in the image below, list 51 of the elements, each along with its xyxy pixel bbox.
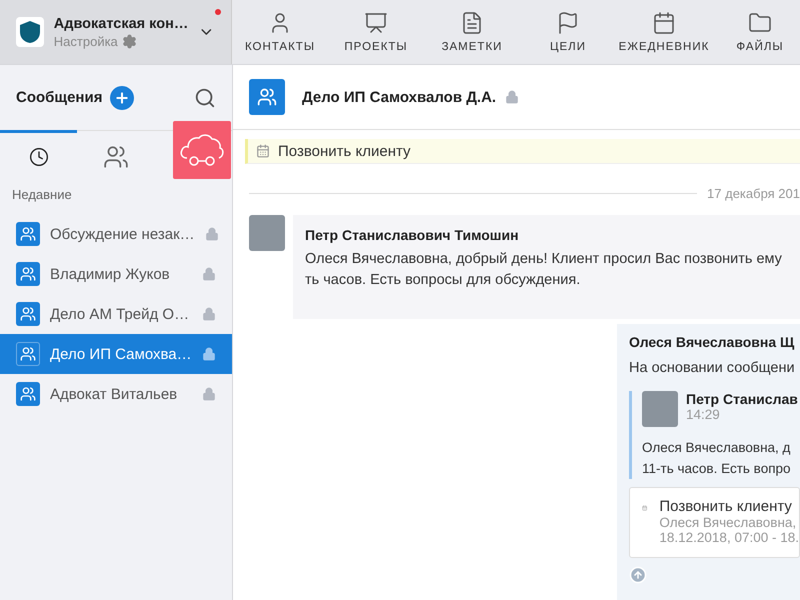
group-icon	[16, 382, 40, 406]
nav-tab[interactable]: ЦЕЛИ	[520, 0, 616, 64]
message-text: Олеся Вячеславовна, добрый день! Клиент просил Вас позвонить ему	[305, 250, 783, 269]
clock-icon	[28, 147, 48, 167]
reply-text: На основании сообщени	[629, 359, 796, 378]
group-icon	[16, 262, 40, 286]
messages-title: Сообщения	[16, 89, 102, 106]
calendar-icon	[652, 11, 676, 35]
task-card[interactable]: Позвонить клиенту Олеся Вячеславовна, 18.12.2018, 07:00 - 18.	[629, 487, 800, 558]
workspace-header[interactable]: Адвокатская кон… Настройка	[0, 0, 232, 64]
photo-placeholder	[642, 391, 678, 427]
add-button[interactable]	[110, 86, 134, 110]
nav-tab[interactable]: ЕЖЕДНЕВНИК	[616, 0, 712, 64]
chat-list-item[interactable]: Дело ИП Самохва…	[0, 334, 232, 374]
quote-author: Петр Станислав	[686, 391, 798, 407]
pinned-task-text: Позвонить клиенту	[278, 142, 411, 160]
plus-icon	[114, 90, 130, 106]
settings-icon[interactable]	[122, 34, 137, 48]
chat-title: Дело ИП Самохвалов Д.А.	[302, 88, 496, 106]
quote-text: Олеся Вячеславовна, д	[642, 439, 792, 457]
message-text: ть часов. Есть вопросы для обсуждения.	[305, 271, 582, 290]
task-assignee: Олеся Вячеславовна,	[659, 515, 798, 530]
nav-tab[interactable]: ПРОЕКТЫ	[328, 0, 424, 64]
shield-logo-icon	[16, 17, 44, 47]
group-icon	[249, 79, 285, 115]
quote-text: 11-ть часов. Есть вопро	[642, 460, 792, 478]
folder-icon	[748, 11, 772, 35]
chat-list-item[interactable]: Дело АМ Трейд О…	[0, 294, 232, 334]
section-label: Недавние	[11, 186, 73, 204]
chat-list-item[interactable]: Адвокат Витальев	[0, 374, 232, 414]
pinned-task-bar[interactable]: Позвонить клиенту	[245, 139, 800, 164]
workspace-name: Адвокатская кон…	[54, 16, 188, 32]
reply-author: Олеся Вячеславовна Щ	[629, 334, 796, 350]
photo-placeholder	[249, 215, 285, 251]
nav-tab[interactable]: ЗАМЕТКИ	[424, 0, 520, 64]
date-divider: 17 декабря 201	[707, 186, 800, 201]
task-title: Позвонить клиенту	[659, 498, 793, 515]
group-icon	[16, 342, 40, 366]
presentation-board-icon	[364, 11, 388, 35]
nav-tab[interactable]: ФАЙЛЫ	[712, 0, 800, 64]
quote-time: 14:29	[686, 407, 721, 422]
chat-list-item[interactable]: Обсуждение незак…	[0, 214, 232, 254]
group-icon	[16, 302, 40, 326]
task-period: 18.12.2018, 07:00 - 18.	[659, 530, 799, 545]
message-author: Петр Станиславович Тимошин	[305, 227, 520, 243]
calendar-icon	[256, 144, 270, 158]
chat-list-item[interactable]: Владимир Жуков	[0, 254, 232, 294]
nav-tab[interactable]: КОНТАКТЫ	[232, 0, 328, 64]
people-icon	[102, 144, 128, 170]
group-icon	[16, 222, 40, 246]
search-icon[interactable]	[194, 86, 216, 108]
